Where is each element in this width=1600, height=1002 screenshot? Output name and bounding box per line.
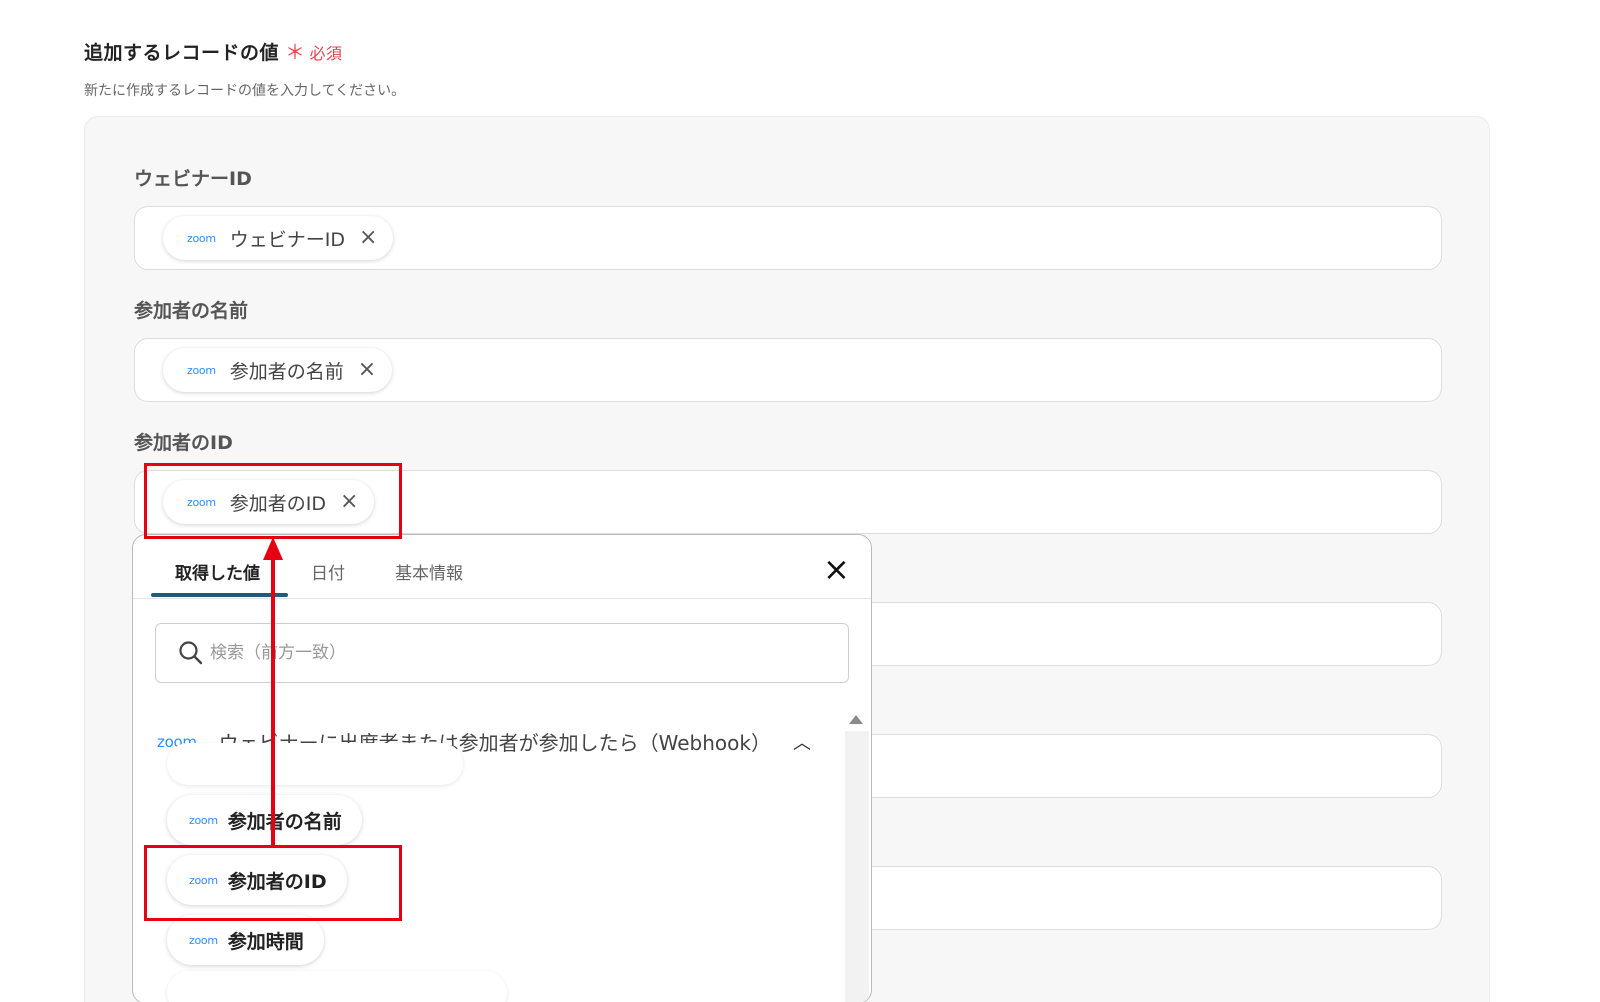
annotation-arrow bbox=[263, 537, 283, 846]
